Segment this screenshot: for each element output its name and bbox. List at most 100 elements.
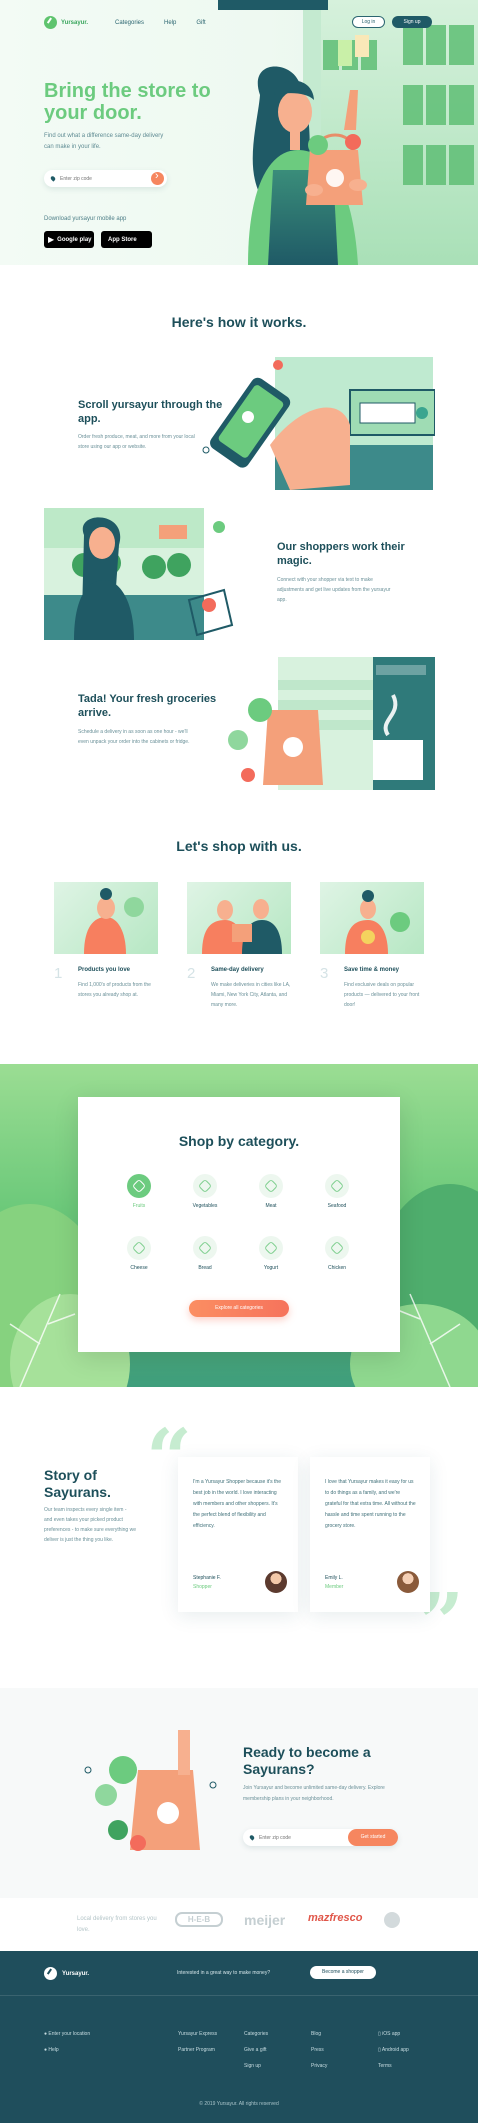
testimonial-name: Emily L.: [325, 1575, 343, 1581]
card1-text: Find 1,000's of products from the stores…: [78, 982, 151, 998]
ready-zip-input[interactable]: [259, 1834, 339, 1841]
login-button[interactable]: Log in: [352, 16, 385, 28]
footer-link[interactable]: Yursayur Express: [178, 2031, 217, 2037]
footer-location-link[interactable]: ● Enter your location: [44, 2031, 90, 2037]
footer-android-link[interactable]: ▯ Android app: [378, 2047, 409, 2053]
card3-title: Save time & money: [344, 967, 400, 973]
footer-link[interactable]: Privacy: [311, 2063, 327, 2069]
card3-text: Find exclusive deals on popular products…: [344, 982, 420, 1008]
testimonial-text: I love that Yursayur makes it easy for u…: [325, 1479, 416, 1529]
google-play-label: Google play: [57, 236, 92, 243]
category-cheese-label: Cheese: [130, 1265, 148, 1271]
card2-text: We make deliveries in cities like LA, Mi…: [211, 982, 291, 1008]
step3-text: Schedule a delivery in as soon as one ho…: [78, 729, 190, 745]
how-it-works-title: Here's how it works.: [171, 314, 307, 330]
ready-section: [0, 1688, 478, 1898]
partners-label: Local delivery from stores you love.: [77, 1916, 157, 1933]
signup-button[interactable]: Sign up: [392, 16, 432, 28]
category-title: Shop by category.: [178, 1133, 300, 1149]
testimonial-role: Shopper: [193, 1584, 212, 1590]
footer-help-label: Help: [48, 2047, 59, 2053]
footer-link[interactable]: Partner Program: [178, 2047, 215, 2053]
hero-zip-submit-button[interactable]: [151, 170, 164, 185]
logo[interactable]: Yursayur.: [44, 16, 88, 29]
footer-logo[interactable]: Yursayur.: [44, 1967, 89, 1980]
nav-gift[interactable]: Gift: [196, 20, 205, 26]
step2-illustration: [44, 508, 234, 640]
testimonial-text: I'm a Yursayur Shopper because it's the …: [193, 1479, 281, 1529]
products-illustration: [84, 888, 144, 954]
category-cheese[interactable]: Cheese: [114, 1236, 164, 1271]
category-seafood[interactable]: Seafood: [312, 1174, 362, 1209]
footer-link[interactable]: Blog: [311, 2031, 321, 2037]
products-card-image: [54, 882, 158, 954]
hero-subtitle: Find out what a difference same-day deli…: [44, 133, 164, 150]
category-chicken[interactable]: Chicken: [312, 1236, 362, 1271]
testimonial-card: I love that Yursayur makes it easy for u…: [310, 1457, 430, 1612]
category-meat-label: Meat: [265, 1203, 277, 1209]
category-bread[interactable]: Bread: [180, 1236, 230, 1271]
card2-number: 2: [187, 965, 196, 982]
ready-text: Join Yursayur and become unlimited same-…: [243, 1785, 385, 1802]
category-yogurt[interactable]: Yogurt: [246, 1236, 296, 1271]
category-vegetables[interactable]: Vegetables: [180, 1174, 230, 1209]
cheese-icon: [127, 1236, 151, 1260]
footer-divider: [0, 1995, 478, 1996]
logo-leaf-icon: [44, 1967, 57, 1980]
testimonial-card: I'm a Yursayur Shopper because it's the …: [178, 1457, 298, 1612]
category-fruits[interactable]: Fruits: [114, 1174, 164, 1209]
ready-illustration: [84, 1730, 217, 1851]
get-started-button[interactable]: Get started: [348, 1829, 398, 1846]
ready-zip-form: Get started: [243, 1829, 398, 1846]
step3-illustration: [228, 657, 435, 790]
meat-icon: [259, 1174, 283, 1198]
footer-link[interactable]: Give a gift: [244, 2047, 267, 2053]
hero-illustration: [218, 0, 478, 265]
card2-title: Same-day delivery: [211, 967, 264, 973]
chicken-icon: [325, 1236, 349, 1260]
avatar: [265, 1571, 287, 1593]
testimonial-name: Stephanie F.: [193, 1575, 221, 1581]
become-shopper-button[interactable]: Become a shopper: [310, 1966, 376, 1979]
nav-help[interactable]: Help: [164, 20, 176, 26]
seafood-icon: [325, 1174, 349, 1198]
savings-illustration: [345, 890, 410, 954]
hero-title: Bring the store to your door.: [44, 80, 211, 124]
bread-icon: [193, 1236, 217, 1260]
category-meat[interactable]: Meat: [246, 1174, 296, 1209]
footer-android-label: Android app: [381, 2047, 409, 2053]
nav-categories[interactable]: Categories: [115, 20, 144, 26]
location-pin-icon: [248, 1834, 256, 1841]
yogurt-icon: [259, 1236, 283, 1260]
delivery-illustration: [202, 899, 282, 954]
app-store-button[interactable]: App Store: [101, 231, 152, 248]
logo-text: Yursayur.: [61, 19, 89, 26]
logo-leaf-icon: [44, 16, 57, 29]
footer-help-link[interactable]: ● Help: [44, 2047, 59, 2053]
main-nav: Categories Help Gift: [115, 20, 206, 26]
category-chicken-label: Chicken: [327, 1265, 347, 1271]
partner-badge-logo: [384, 1912, 400, 1928]
google-play-button[interactable]: ▶ Google play: [44, 231, 94, 248]
footer-logo-text: Yursayur.: [62, 1970, 90, 1977]
hero-section: Yursayur. Categories Help Gift Log in Si…: [0, 0, 478, 265]
footer-link[interactable]: Terms: [378, 2063, 392, 2069]
location-pin-icon: [49, 175, 57, 182]
category-vegetables-label: Vegetables: [192, 1203, 218, 1209]
step1-title: Scroll yursayur through the app.: [78, 399, 223, 425]
hero-zip-input[interactable]: [60, 175, 140, 182]
step3-title: Tada! Your fresh groceries arrive.: [78, 693, 217, 719]
category-yogurt-label: Yogurt: [263, 1265, 279, 1271]
step2-title: Our shoppers work their magic.: [277, 541, 405, 567]
partner-heb-logo: H-E-B: [175, 1912, 223, 1927]
partner-mazfresco-logo: mazfresco: [308, 1912, 363, 1924]
footer-ios-link[interactable]: ▯ iOS app: [378, 2031, 400, 2037]
story-title: Story of Sayurans.: [44, 1467, 111, 1500]
avatar: [397, 1571, 419, 1593]
footer-link[interactable]: Sign up: [244, 2063, 261, 2069]
footer-link[interactable]: Press: [311, 2047, 324, 2053]
explore-categories-button[interactable]: Explore all categories: [189, 1300, 289, 1317]
footer-link[interactable]: Categories: [244, 2031, 268, 2037]
step1-illustration: [202, 357, 435, 490]
savings-card-image: [320, 882, 424, 954]
